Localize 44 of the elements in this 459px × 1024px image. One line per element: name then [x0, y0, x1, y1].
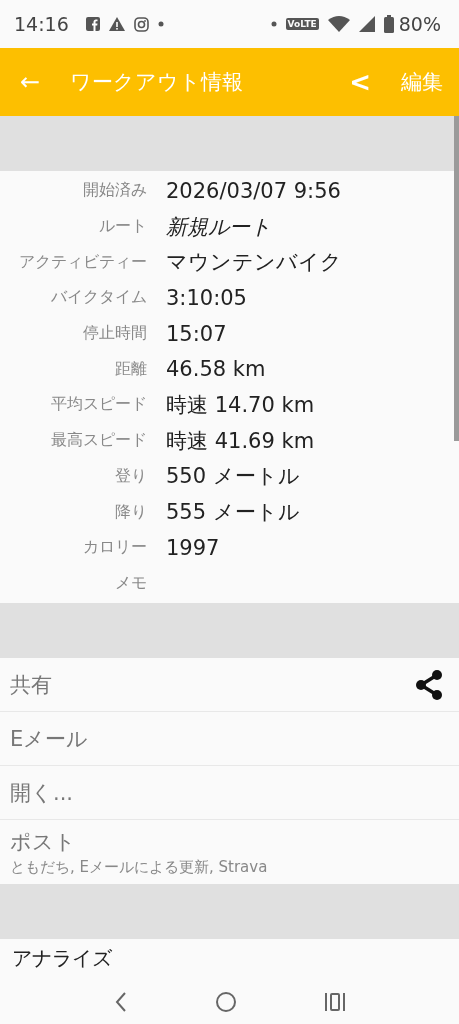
field-label: バイクタイム: [50, 287, 147, 309]
field-label: 登り: [114, 465, 147, 487]
field-value: マウンテンバイク: [166, 249, 342, 277]
field-value: 1997: [166, 535, 220, 560]
field-label: ルート: [98, 216, 147, 238]
menu-item[interactable]: ポスト ともだち, Eメールによる更新, Strava: [0, 820, 459, 885]
home-icon[interactable]: [214, 991, 237, 1013]
share-icon: [415, 669, 443, 700]
field-label: 降り: [114, 501, 147, 523]
menu-item[interactable]: 共有: [0, 658, 459, 713]
field-value: 2026/03/07 9:56: [166, 178, 341, 203]
wifi-icon: [327, 16, 350, 32]
camera-icon: [133, 16, 149, 32]
section-title: アナライズ: [12, 946, 112, 971]
field-label: メモ: [114, 572, 147, 594]
facebook-icon: [85, 17, 100, 31]
menu-item[interactable]: 開く...: [0, 766, 459, 821]
field-label: 停止時間: [82, 323, 147, 345]
volte-icon: VoLTE: [285, 18, 319, 30]
dot-icon: [157, 21, 164, 27]
signal-icon: [358, 16, 375, 32]
battery-icon: [383, 15, 394, 33]
screen-title: ワークアウト情報: [70, 69, 245, 96]
back-icon[interactable]: [113, 991, 128, 1013]
recent-apps-icon[interactable]: [323, 992, 346, 1012]
field-value: 550 メートル: [166, 463, 300, 491]
field-label: カロリー: [82, 537, 147, 559]
status-time: 14:16: [14, 13, 69, 35]
warning-icon: [108, 17, 125, 31]
field-value: 新規ルート: [166, 213, 271, 241]
field-value: 時速 14.70 km: [166, 391, 315, 419]
field-label: 平均スピード: [50, 394, 147, 416]
field-label: アクティビティー: [18, 251, 147, 273]
field-label: 最高スピード: [50, 430, 147, 452]
field-value: 15:07: [166, 321, 227, 346]
field-label: 距離: [114, 358, 147, 380]
dot-icon: [270, 21, 277, 27]
field-value: 555 メートル: [166, 499, 300, 527]
field-value: 時速 41.69 km: [166, 427, 315, 455]
menu-item[interactable]: Eメール: [0, 712, 459, 767]
battery-level: 80%: [398, 13, 441, 35]
field-label: 開始済み: [82, 180, 147, 202]
field-value: 3:10:05: [166, 285, 247, 310]
field-value: 46.58 km: [166, 357, 266, 382]
